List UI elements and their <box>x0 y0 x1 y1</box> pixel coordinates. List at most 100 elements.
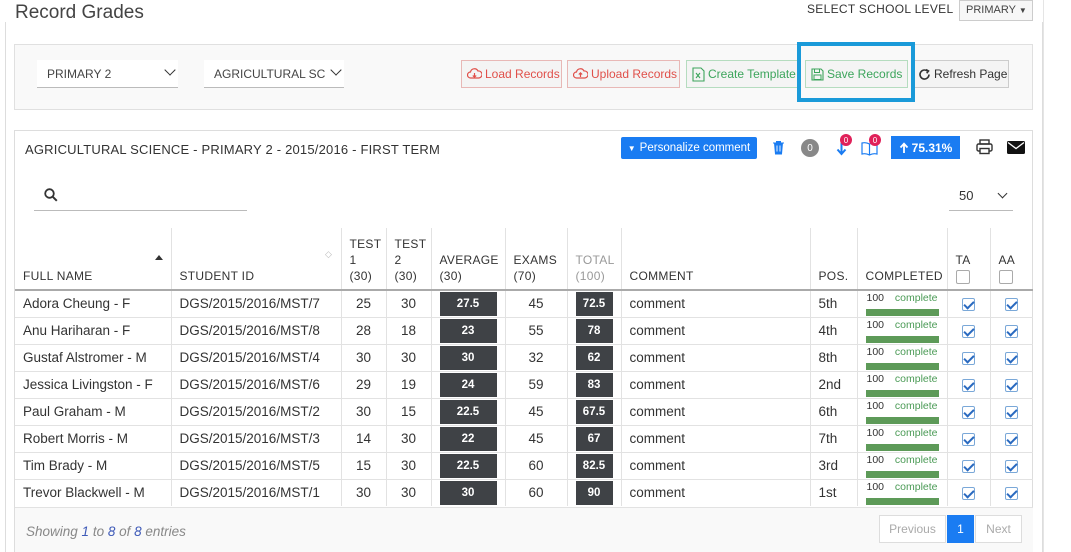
column-header-pos[interactable]: POS. <box>810 228 858 291</box>
comment-input[interactable]: comment <box>621 316 811 344</box>
exam-input[interactable]: 45 <box>505 289 568 317</box>
column-header-total[interactable]: TOTAL (100) <box>567 228 622 291</box>
school-level-value: PRIMARY <box>966 4 1016 16</box>
student-id-cell: DGS/2015/2016/MST/2 <box>171 397 342 425</box>
exam-input[interactable]: 45 <box>505 397 568 425</box>
exam-input[interactable]: 59 <box>505 370 568 398</box>
exam-input[interactable]: 55 <box>505 316 568 344</box>
print-icon[interactable] <box>976 139 993 155</box>
ta-checkbox[interactable] <box>962 351 975 365</box>
next-page-button[interactable]: Next <box>975 515 1022 543</box>
completed-status: complete <box>894 480 938 493</box>
completion-percent-button[interactable]: 75.31% <box>891 136 960 159</box>
total-cell: 67.5 <box>567 397 622 425</box>
school-level-select[interactable]: PRIMARY ▼ <box>959 0 1033 21</box>
comment-input[interactable]: comment <box>621 289 811 317</box>
upload-records-button[interactable]: Upload Records <box>567 60 680 88</box>
completed-percent: 100 <box>866 480 885 493</box>
test2-input[interactable]: 30 <box>386 478 432 506</box>
completed-cell: 100 complete <box>857 424 948 452</box>
load-records-button[interactable]: Load Records <box>461 60 562 88</box>
position-cell: 2nd <box>810 370 858 398</box>
subject-select[interactable]: AGRICULTURAL SC <box>204 60 344 88</box>
test2-input[interactable]: 30 <box>386 289 432 317</box>
select-all-ta-checkbox[interactable] <box>955 269 970 284</box>
ta-checkbox[interactable] <box>962 487 975 501</box>
completed-percent: 100 <box>866 345 885 358</box>
search-box[interactable] <box>34 180 247 211</box>
exam-input[interactable]: 32 <box>505 343 568 371</box>
test2-input[interactable]: 18 <box>386 316 432 344</box>
ta-checkbox[interactable] <box>962 324 975 338</box>
comment-input[interactable]: comment <box>621 451 811 479</box>
ta-checkbox[interactable] <box>962 432 975 446</box>
aa-checkbox[interactable] <box>1005 298 1019 312</box>
aa-checkbox[interactable] <box>1005 405 1019 419</box>
full-name-cell: Gustaf Alstromer - M <box>15 343 172 371</box>
ta-checkbox[interactable] <box>962 405 975 419</box>
column-header-completed[interactable]: COMPLETED <box>857 228 948 291</box>
student-id-cell: DGS/2015/2016/MST/3 <box>171 424 342 452</box>
create-template-button[interactable]: Create Template <box>686 60 798 88</box>
test2-input[interactable]: 30 <box>386 451 432 479</box>
comment-input[interactable]: comment <box>621 397 811 425</box>
test1-input[interactable]: 14 <box>341 424 387 452</box>
column-header-average[interactable]: AVERAGE (30) <box>431 228 506 291</box>
average-cell: 22.5 <box>431 451 506 479</box>
aa-checkbox[interactable] <box>1005 487 1019 501</box>
refresh-page-button[interactable]: Refresh Page <box>912 60 1009 88</box>
column-header-comment[interactable]: COMMENT <box>621 228 811 291</box>
sort-both-icon[interactable]: ◇ <box>325 250 332 259</box>
test1-input[interactable]: 30 <box>341 397 387 425</box>
aa-checkbox[interactable] <box>1005 432 1019 446</box>
page-size-value: 50 <box>959 188 974 203</box>
previous-page-button[interactable]: Previous <box>879 515 946 543</box>
exam-input[interactable]: 60 <box>505 451 568 479</box>
completed-cell: 100 complete <box>857 451 948 479</box>
column-header-test1[interactable]: TEST 1 (30) <box>341 228 387 291</box>
average-cell: 23 <box>431 316 506 344</box>
column-header-full-name[interactable]: FULL NAME <box>15 228 172 291</box>
exam-input[interactable]: 45 <box>505 424 568 452</box>
page-1-button[interactable]: 1 <box>947 515 974 543</box>
ta-checkbox[interactable] <box>962 378 975 392</box>
column-header-aa: AA <box>990 228 1033 291</box>
test2-input[interactable]: 15 <box>386 397 432 425</box>
scrollbar-track[interactable] <box>1043 0 1071 552</box>
caret-down-icon: ▼ <box>1018 6 1027 15</box>
page-size-select[interactable]: 50 <box>949 180 1013 211</box>
average-value: 22.5 <box>439 399 497 424</box>
test1-input[interactable]: 30 <box>341 478 387 506</box>
aa-checkbox[interactable] <box>1005 324 1019 338</box>
test1-input[interactable]: 29 <box>341 370 387 398</box>
ta-checkbox[interactable] <box>962 298 975 312</box>
aa-checkbox[interactable] <box>1005 378 1019 392</box>
aa-checkbox[interactable] <box>1005 351 1019 365</box>
comment-input[interactable]: comment <box>621 424 811 452</box>
test1-input[interactable]: 28 <box>341 316 387 344</box>
test2-input[interactable]: 30 <box>386 424 432 452</box>
column-header-exams[interactable]: EXAMS (70) <box>505 228 568 291</box>
select-all-aa-checkbox[interactable] <box>998 269 1013 284</box>
trash-icon[interactable] <box>772 140 785 155</box>
column-header-student-id[interactable]: STUDENT ID <box>171 228 342 291</box>
comment-input[interactable]: comment <box>621 370 811 398</box>
test2-input[interactable]: 19 <box>386 370 432 398</box>
class-select[interactable]: PRIMARY 2 <box>37 60 178 88</box>
test1-input[interactable]: 15 <box>341 451 387 479</box>
cloud-download-icon <box>467 68 482 79</box>
comment-input[interactable]: comment <box>621 343 811 371</box>
column-header-test2[interactable]: TEST 2 (30) <box>386 228 432 291</box>
test1-input[interactable]: 30 <box>341 343 387 371</box>
test2-input[interactable]: 30 <box>386 343 432 371</box>
aa-checkbox[interactable] <box>1005 459 1019 473</box>
personalize-comment-button[interactable]: ▼ Personalize comment <box>621 137 757 159</box>
exam-input[interactable]: 60 <box>505 478 568 506</box>
comment-input[interactable]: comment <box>621 478 811 506</box>
test1-input[interactable]: 25 <box>341 289 387 317</box>
record-grades-page: Record Grades SELECT SCHOOL LEVEL PRIMAR… <box>0 0 1071 552</box>
envelope-icon[interactable] <box>1007 141 1025 154</box>
ta-checkbox[interactable] <box>962 459 975 473</box>
completed-status: complete <box>894 372 938 385</box>
sort-ascending-icon[interactable] <box>155 255 163 260</box>
